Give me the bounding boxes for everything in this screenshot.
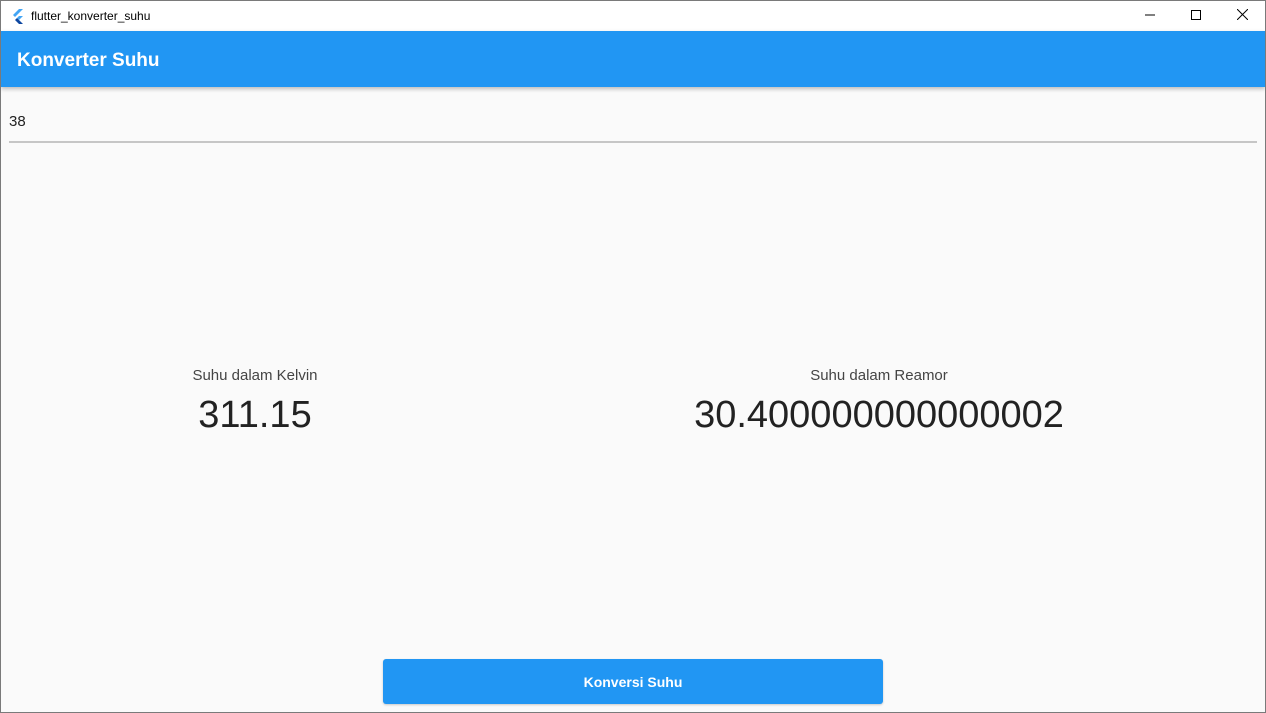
kelvin-value: 311.15 (198, 394, 312, 436)
minimize-icon (1145, 7, 1155, 25)
flutter-logo-icon (10, 8, 26, 24)
reamor-result: Suhu dalam Reamor 30.400000000000002 (629, 365, 1129, 439)
app-bar: Konverter Suhu (1, 31, 1265, 87)
celsius-input[interactable] (9, 101, 1257, 143)
kelvin-label: Suhu dalam Kelvin (192, 367, 318, 384)
minimize-button[interactable] (1127, 1, 1173, 31)
reamor-value: 30.400000000000002 (694, 394, 1064, 436)
kelvin-result: Suhu dalam Kelvin 311.15 (105, 365, 405, 439)
window-titlebar[interactable]: flutter_konverter_suhu (1, 1, 1265, 31)
maximize-icon (1191, 7, 1201, 25)
temperature-input-container (9, 101, 1257, 144)
app-window: flutter_konverter_suhu Konverter Suhu Su… (0, 0, 1266, 713)
convert-button[interactable]: Konversi Suhu (383, 659, 883, 704)
page-title: Konverter Suhu (17, 50, 160, 71)
window-title: flutter_konverter_suhu (31, 9, 151, 23)
close-icon (1236, 7, 1248, 25)
reamor-label: Suhu dalam Reamor (810, 367, 948, 384)
close-button[interactable] (1219, 1, 1265, 31)
maximize-button[interactable] (1173, 1, 1219, 31)
